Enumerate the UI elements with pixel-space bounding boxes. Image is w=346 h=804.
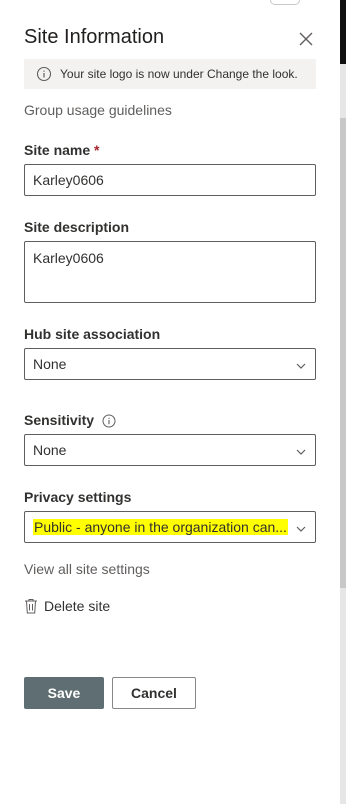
site-name-label: Site name * [24, 142, 99, 158]
view-all-site-settings-link[interactable]: View all site settings [24, 561, 150, 577]
site-description-textarea[interactable]: Karley0606 [24, 241, 316, 303]
privacy-settings-label: Privacy settings [24, 489, 132, 505]
delete-site-button[interactable]: Delete site [24, 598, 110, 614]
site-information-panel: Site Information Your site logo is now u… [0, 0, 340, 804]
hub-site-label: Hub site association [24, 326, 161, 342]
cancel-button[interactable]: Cancel [112, 677, 196, 709]
hub-site-value: None [33, 356, 67, 372]
sensitivity-label-text: Sensitivity [24, 412, 95, 428]
save-button[interactable]: Save [24, 677, 104, 709]
required-marker: * [94, 142, 100, 158]
site-name-label-text: Site name [24, 142, 91, 158]
info-icon[interactable] [102, 414, 116, 428]
close-icon[interactable] [296, 30, 316, 48]
privacy-highlighted-text: Public - anyone in the organization can.… [33, 519, 288, 535]
chevron-down-icon [295, 359, 307, 371]
scrollbar-thumb[interactable] [340, 118, 346, 588]
site-description-value: Karley0606 [33, 250, 104, 266]
hub-site-dropdown[interactable]: None [24, 348, 316, 380]
info-message-text: Your site logo is now under Change the l… [60, 67, 298, 81]
panel-title: Site Information [24, 26, 165, 48]
window-edge-fragment [270, 0, 300, 5]
info-icon [36, 66, 52, 82]
sensitivity-label: Sensitivity [24, 412, 116, 428]
site-name-input[interactable]: Karley0606 [24, 164, 316, 196]
sensitivity-value: None [33, 442, 67, 458]
sensitivity-dropdown[interactable]: None [24, 434, 316, 466]
scrollbar-top-region [340, 0, 346, 64]
delete-site-label: Delete site [44, 598, 111, 614]
privacy-settings-dropdown[interactable]: Public - anyone in the organization can.… [24, 511, 316, 543]
site-description-label: Site description [24, 219, 130, 235]
chevron-down-icon [295, 445, 307, 457]
privacy-settings-value: Public - anyone in the organization can.… [33, 519, 288, 535]
info-message-bar: Your site logo is now under Change the l… [24, 59, 316, 89]
trash-icon [24, 598, 38, 614]
site-name-value: Karley0606 [33, 172, 104, 188]
chevron-down-icon [295, 522, 307, 534]
group-usage-guidelines-link[interactable]: Group usage guidelines [24, 102, 172, 118]
